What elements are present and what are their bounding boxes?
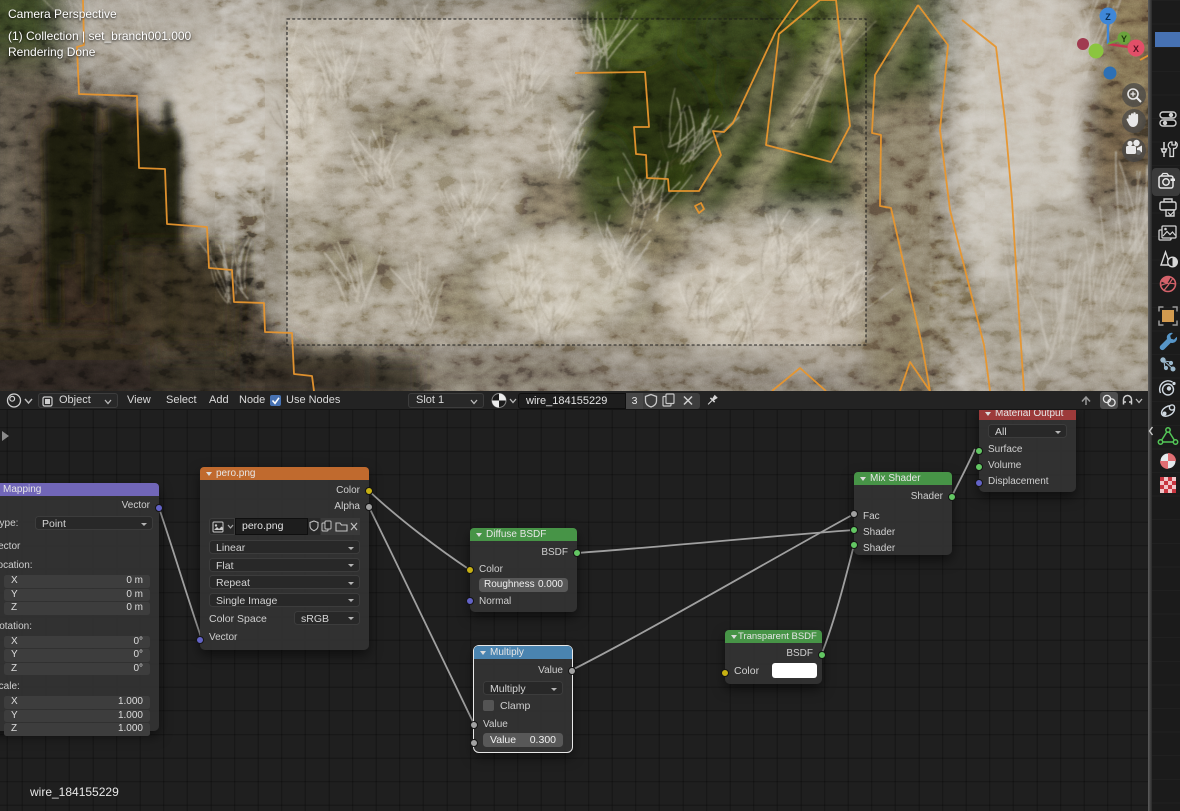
svg-text:X: X bbox=[1133, 44, 1139, 54]
svg-text:Z: Z bbox=[1105, 12, 1111, 22]
svg-text:Y: Y bbox=[1121, 34, 1127, 44]
